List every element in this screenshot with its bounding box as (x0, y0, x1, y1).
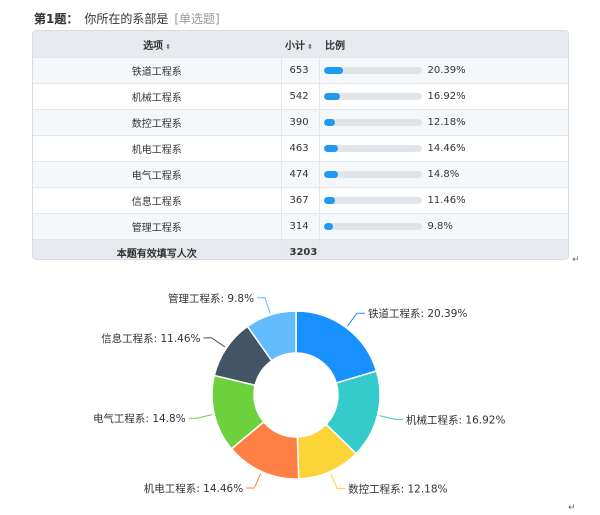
leader-line (379, 415, 404, 420)
progress-bar-fill (323, 144, 338, 152)
question-title: 第1题： 你所在的系部是 [单选题] (34, 11, 220, 27)
leader-line (346, 312, 365, 327)
ratio-cell: 16.92% (319, 83, 568, 110)
count-cell: 390 (281, 109, 320, 136)
table-row: 铁道工程系 653 20.39% (33, 57, 568, 84)
percent-text: 16.92% (427, 90, 466, 102)
progress-bar-fill (323, 196, 335, 204)
footer-empty (319, 239, 568, 259)
option-cell: 电气工程系 (33, 161, 282, 188)
progress-bar (323, 170, 422, 178)
slice-label: 机械工程系: 16.92% (406, 413, 505, 426)
option-cell: 铁道工程系 (33, 57, 282, 84)
question-type-tag: [单选题] (174, 12, 220, 26)
column-header-count[interactable]: 小计 ⬍ (281, 31, 319, 58)
progress-bar-fill (323, 92, 341, 100)
progress-bar (323, 118, 422, 126)
progress-bar (323, 144, 422, 152)
count-cell: 542 (281, 83, 320, 110)
count-cell: 474 (281, 161, 320, 188)
option-cell: 机电工程系 (33, 135, 282, 162)
ratio-cell: 11.46% (319, 187, 568, 214)
count-cell: 463 (281, 135, 320, 162)
question-text: 你所在的系部是 (84, 12, 169, 26)
sort-icon[interactable]: ⬍ (165, 43, 171, 51)
column-header-count-label: 小计 (285, 40, 305, 52)
pie-slice[interactable] (295, 310, 378, 384)
count-cell: 314 (281, 213, 320, 240)
option-cell: 数控工程系 (33, 109, 282, 136)
table-row: 机械工程系 542 16.92% (33, 83, 568, 110)
progress-bar-fill (323, 222, 334, 230)
percent-text: 14.8% (427, 168, 460, 180)
ratio-cell: 12.18% (319, 109, 568, 136)
leader-line (330, 473, 346, 489)
ratio-cell: 14.46% (319, 135, 568, 162)
leader-line (188, 414, 213, 419)
column-header-ratio-label: 比例 (325, 40, 345, 52)
donut-chart: 铁道工程系: 20.39% 机械工程系: 16.92% 数控工程系: 12.18% 机… (93, 292, 506, 496)
column-header-option-label: 选项 (143, 40, 164, 52)
percent-text: 9.8% (427, 220, 453, 232)
sort-icon[interactable]: ⬍ (307, 43, 313, 51)
ratio-cell: 9.8% (319, 213, 568, 240)
column-header-option[interactable]: 选项 ⬍ (33, 31, 281, 58)
slice-label: 信息工程系: 11.46% (101, 332, 200, 345)
slice-label: 机电工程系: 14.46% (144, 482, 243, 495)
ratio-cell: 20.39% (319, 57, 568, 84)
count-cell: 653 (281, 57, 320, 84)
slice-label: 数控工程系: 12.18% (348, 482, 447, 495)
table-row: 信息工程系 367 11.46% (33, 187, 568, 214)
percent-text: 20.39% (427, 64, 466, 76)
slice-label: 铁道工程系: 20.39% (368, 307, 467, 320)
table-header-row: 选项 ⬍ 小计 ⬍ 比例 (33, 31, 568, 58)
table-row: 管理工程系 314 9.8% (33, 213, 568, 240)
progress-bar (323, 92, 422, 100)
column-header-ratio: 比例 (319, 31, 568, 58)
footer-total: 3203 (281, 239, 320, 259)
question-number: 第1题： (34, 12, 79, 26)
table-footer-row: 本题有效填写人次 3203 (33, 239, 568, 259)
option-cell: 机械工程系 (33, 83, 282, 110)
progress-bar (323, 66, 422, 74)
count-cell: 367 (281, 187, 320, 214)
progress-bar-fill (323, 170, 338, 178)
slice-label: 管理工程系: 9.8% (168, 292, 254, 305)
progress-bar-fill (323, 118, 336, 126)
leader-line (246, 473, 262, 489)
percent-text: 11.46% (427, 194, 466, 206)
option-cell: 信息工程系 (33, 187, 282, 214)
leader-line (203, 337, 226, 348)
leader-line (257, 297, 271, 314)
table-row: 电气工程系 474 14.8% (33, 161, 568, 188)
results-table: 选项 ⬍ 小计 ⬍ 比例 铁道工程系 653 20.39% 机械工程系 542 16.92% 数… (32, 30, 569, 260)
progress-bar (323, 196, 422, 204)
slice-label: 电气工程系: 14.8% (93, 412, 186, 425)
option-cell: 管理工程系 (33, 213, 282, 240)
progress-bar-fill (323, 66, 344, 74)
percent-text: 14.46% (427, 142, 466, 154)
progress-bar (323, 222, 422, 230)
ratio-cell: 14.8% (319, 161, 568, 188)
table-row: 数控工程系 390 12.18% (33, 109, 568, 136)
table-row: 机电工程系 463 14.46% (33, 135, 568, 162)
footer-label: 本题有效填写人次 (33, 239, 282, 259)
percent-text: 12.18% (427, 116, 466, 128)
